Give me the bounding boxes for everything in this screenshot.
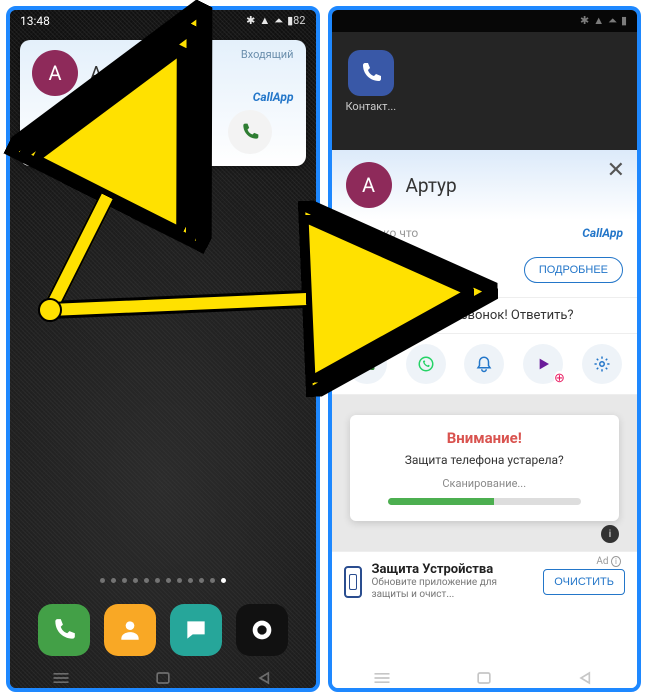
- banner-cta-button[interactable]: ОЧИСТИТЬ: [543, 569, 625, 595]
- reminder-button[interactable]: [464, 344, 504, 384]
- nav-back-icon[interactable]: [255, 670, 275, 684]
- nav-home-icon[interactable]: [153, 670, 173, 684]
- callapp-brand: CallApp: [253, 90, 294, 104]
- ad-banner[interactable]: Ad i Защита Устройства Обновите приложен…: [332, 551, 638, 611]
- banner-title: Защита Устройства: [372, 562, 534, 577]
- dimmed-background: ✱▲⏶▮ Контакт...: [332, 10, 638, 150]
- ad-info-icon[interactable]: i: [350, 525, 620, 543]
- record-button[interactable]: [523, 344, 563, 384]
- nav-back-icon[interactable]: [576, 670, 596, 684]
- ad-label: Ad i: [596, 556, 621, 567]
- meta-row: Только что CallApp: [332, 220, 638, 246]
- incoming-label: Входящий: [241, 48, 294, 61]
- scan-progress: [388, 498, 582, 505]
- wifi-icon: ▲: [259, 14, 270, 28]
- bluetooth-icon: ✱: [246, 14, 255, 28]
- dock-camera-icon[interactable]: [236, 604, 288, 656]
- decline-button[interactable]: [54, 110, 98, 154]
- missed-call-prompt: Вы пропустили звонок! Ответить?: [332, 298, 638, 334]
- contacts-app-label: Контакт...: [346, 100, 397, 113]
- nav-recent-icon[interactable]: [372, 670, 392, 684]
- page-indicator: [10, 578, 316, 583]
- nav-recent-icon[interactable]: [51, 670, 71, 684]
- battery-indicator: ▮82: [287, 14, 305, 28]
- caller-name: Артур: [406, 174, 457, 197]
- call-detail-sheet: ✕ А Артур Только что CallApp 8 (977) Mob…: [332, 150, 638, 688]
- shield-device-icon: [344, 566, 362, 598]
- scan-alert-card[interactable]: Внимание! Защита телефона устарела? Скан…: [350, 415, 620, 521]
- nav-bar: [332, 670, 638, 684]
- status-time: [342, 14, 345, 28]
- status-bar: 13:48 ✱ ▲ ⏶ ▮82: [10, 10, 316, 32]
- message-button[interactable]: [141, 110, 185, 154]
- scan-status: Сканирование...: [368, 477, 602, 490]
- settings-button[interactable]: [582, 344, 622, 384]
- scan-question: Защита телефона устарела?: [368, 453, 602, 467]
- contacts-app-icon: [348, 50, 394, 96]
- phone-number: 8 (977): [346, 254, 410, 272]
- dock-messages-icon[interactable]: [170, 604, 222, 656]
- whatsapp-button[interactable]: [406, 344, 446, 384]
- signal-icon: ⏶: [274, 14, 283, 28]
- call-time: Только что: [346, 226, 419, 240]
- dock-phone-icon[interactable]: [38, 604, 90, 656]
- incoming-call-card: Входящий А Артур CallApp: [20, 40, 306, 166]
- accept-button[interactable]: [228, 110, 272, 154]
- sheet-header: ✕ А Артур: [332, 150, 638, 220]
- banner-subtitle: Обновите приложение для защиты и очист..…: [372, 577, 534, 601]
- scan-title: Внимание!: [368, 429, 602, 447]
- ad-area: Внимание! Защита телефона устарела? Скан…: [332, 395, 638, 551]
- caller-avatar: А: [32, 50, 78, 96]
- status-bar: ✱▲⏶▮: [332, 10, 638, 32]
- caller-avatar: А: [346, 162, 392, 208]
- caller-name: Артур: [90, 62, 141, 85]
- dock-contacts-icon[interactable]: [104, 604, 156, 656]
- carrier-label: Mobile, Tele2: [346, 272, 410, 285]
- left-phone-frame: 13:48 ✱ ▲ ⏶ ▮82 Входящий А Артур CallApp: [6, 6, 320, 692]
- status-time: 13:48: [20, 14, 50, 28]
- nav-home-icon[interactable]: [474, 670, 494, 684]
- callback-button[interactable]: [347, 344, 387, 384]
- close-icon[interactable]: ✕: [607, 158, 625, 183]
- right-phone-frame: ✱▲⏶▮ Контакт... ✕ А Артур Только что Cal…: [328, 6, 642, 692]
- status-icons: ✱ ▲ ⏶ ▮82: [246, 14, 305, 28]
- nav-bar: [10, 670, 316, 684]
- number-row: 8 (977) Mobile, Tele2 ПОДРОБНЕЕ: [332, 246, 638, 298]
- dock: [10, 604, 316, 656]
- callapp-brand: CallApp: [582, 226, 623, 240]
- details-button[interactable]: ПОДРОБНЕЕ: [524, 257, 623, 283]
- action-strip: [332, 334, 638, 395]
